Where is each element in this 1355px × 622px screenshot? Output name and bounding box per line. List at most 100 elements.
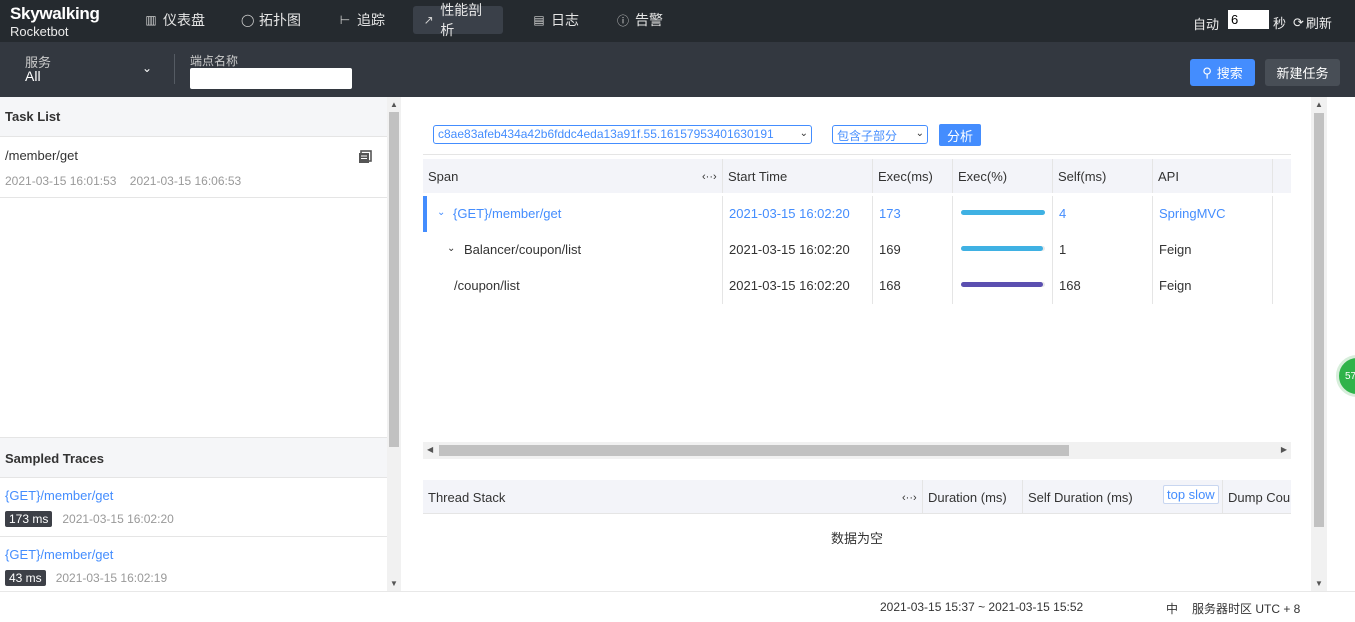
scrollbar-thumb[interactable] — [1314, 113, 1324, 527]
footer: 2021-03-15 15:37 ~ 2021-03-15 15:52 中 服务… — [0, 591, 1355, 622]
search-label: 搜索 — [1216, 66, 1243, 81]
span-table-header: Span ‹··› Start Time Exec(ms) Exec(%) Se… — [423, 159, 1291, 193]
column-divider — [1052, 159, 1053, 193]
column-divider — [922, 480, 923, 514]
column-divider — [1272, 196, 1273, 232]
nav-trace[interactable]: ⊢ 追踪 — [329, 6, 395, 34]
span-row[interactable]: /coupon/list 2021-03-15 16:02:20 168 168… — [423, 268, 1291, 304]
divider — [174, 54, 175, 84]
span-name: {GET}/member/get — [453, 206, 562, 221]
column-divider — [872, 196, 873, 232]
trace-id-select[interactable]: c8ae83afeb434a42b6fddc4eda13a91f.55.1615… — [433, 125, 812, 144]
span-self: 168 — [1059, 278, 1081, 293]
scrollbar-thumb[interactable] — [389, 112, 399, 447]
search-button[interactable]: ⚲ 搜索 — [1190, 59, 1255, 86]
chevron-down-icon[interactable]: ⌄ — [447, 243, 455, 254]
column-divider — [952, 159, 953, 193]
column-divider — [952, 196, 953, 232]
nav-label: 性能剖析 — [440, 2, 483, 38]
sampled-trace-item[interactable]: {GET}/member/get 173 ms 2021-03-15 16:02… — [0, 478, 387, 537]
nav-dashboard[interactable]: ▥ 仪表盘 — [135, 6, 215, 34]
nav-log[interactable]: ▤ 日志 — [523, 6, 589, 34]
exec-percent-bar — [961, 282, 1045, 287]
column-divider — [722, 159, 723, 193]
column-divider — [1152, 196, 1153, 232]
span-api: SpringMVC — [1159, 206, 1226, 221]
language-toggle[interactable]: 中 — [1166, 600, 1178, 617]
span-self: 4 — [1059, 206, 1067, 221]
column-divider — [872, 232, 873, 268]
task-detail-icon[interactable] — [358, 150, 372, 164]
duration-badge: 173 ms — [5, 511, 53, 527]
nav-profile[interactable]: ↗ 性能剖析 — [413, 2, 503, 38]
right-scrollbar[interactable]: ▲ ▼ — [1311, 97, 1327, 591]
task-item[interactable]: /member/get 2021-03-15 16:01:53 2021-03-… — [0, 137, 387, 198]
span-start-time: 2021-03-15 16:02:20 — [729, 206, 850, 221]
top-slow-button[interactable]: top slow — [1163, 485, 1219, 504]
exec-percent-fill — [961, 282, 1043, 287]
column-divider — [1272, 268, 1273, 304]
nav-label: 追踪 — [357, 12, 385, 28]
duration-badge: 43 ms — [5, 570, 46, 586]
scroll-down-icon[interactable]: ▼ — [390, 579, 398, 588]
scroll-up-icon[interactable]: ▲ — [1315, 100, 1323, 109]
trace-time: 2021-03-15 16:02:20 — [62, 512, 174, 526]
span-exec: 168 — [879, 278, 901, 293]
refresh-icon: ⟳ — [1293, 14, 1304, 30]
auto-refresh-label: 自动 — [1193, 17, 1220, 32]
dashboard-icon: ▥ — [145, 13, 157, 27]
horizontal-scrollbar[interactable]: ◀ ▶ — [423, 442, 1291, 459]
trace-id-value: c8ae83afeb434a42b6fddc4eda13a91f.55.1615… — [438, 127, 774, 141]
col-self: Self(ms) — [1058, 169, 1107, 184]
refresh-label: 刷新 — [1305, 16, 1332, 31]
new-task-button[interactable]: 新建任务 — [1265, 59, 1340, 86]
sampled-traces-title: Sampled Traces — [0, 437, 387, 478]
status-badge[interactable]: 57 — [1336, 355, 1355, 397]
time-range[interactable]: 2021-03-15 15:37 ~ 2021-03-15 15:52 — [880, 600, 1083, 614]
logo[interactable]: Skywalking Rocketbot — [10, 5, 100, 38]
scroll-up-icon[interactable]: ▲ — [390, 100, 398, 109]
mode-select[interactable]: 包含子部分 ⌄ — [832, 125, 928, 144]
span-name: /coupon/list — [454, 278, 520, 293]
column-resize-icon[interactable]: ‹··› — [702, 171, 717, 183]
scroll-down-icon[interactable]: ▼ — [1315, 579, 1323, 588]
service-value: All — [25, 68, 41, 84]
auto-refresh-interval-input[interactable] — [1228, 10, 1269, 29]
sampled-trace-item[interactable]: {GET}/member/get 43 ms 2021-03-15 16:02:… — [0, 537, 387, 591]
exec-percent-bar — [961, 246, 1045, 251]
thread-stack-header: Thread Stack ‹··› Duration (ms) Self Dur… — [423, 480, 1291, 514]
scroll-right-icon[interactable]: ▶ — [1281, 445, 1287, 454]
column-divider — [1152, 232, 1153, 268]
task-name: /member/get — [5, 148, 78, 163]
endpoint-input[interactable] — [190, 68, 352, 89]
trace-name: {GET}/member/get — [5, 547, 114, 562]
scrollbar-thumb[interactable] — [439, 445, 1069, 456]
scroll-left-icon[interactable]: ◀ — [427, 445, 433, 454]
logo-title: Skywalking — [10, 4, 100, 23]
right-panel: c8ae83afeb434a42b6fddc4eda13a91f.55.1615… — [401, 97, 1311, 591]
span-row[interactable]: ⌄ Balancer/coupon/list 2021-03-15 16:02:… — [423, 232, 1291, 268]
analyze-button[interactable]: 分析 — [939, 124, 981, 146]
span-exec: 169 — [879, 242, 901, 257]
chevron-down-icon[interactable]: ⌄ — [142, 61, 152, 75]
refresh-button[interactable]: ⟳ 刷新 — [1293, 13, 1332, 32]
filter-bar: 服务 All ⌄ 端点名称 ⚲ 搜索 新建任务 — [0, 42, 1355, 97]
column-resize-icon[interactable]: ‹··› — [902, 492, 917, 504]
column-divider — [1152, 268, 1153, 304]
column-divider — [952, 232, 953, 268]
auto-refresh-unit: 秒 — [1273, 16, 1287, 31]
nav-alarm[interactable]: ⓘ 告警 — [607, 6, 673, 34]
chevron-down-icon: ⌄ — [799, 128, 808, 139]
mode-value: 包含子部分 — [837, 129, 898, 143]
chevron-down-icon[interactable]: ⌄ — [437, 207, 445, 218]
exec-percent-bar — [961, 210, 1045, 215]
column-divider — [1272, 159, 1273, 193]
nav-label: 日志 — [551, 12, 579, 28]
column-divider — [722, 232, 723, 268]
col-thread-stack: Thread Stack — [428, 490, 506, 505]
span-row[interactable]: ⌄ {GET}/member/get 2021-03-15 16:02:20 1… — [423, 196, 1291, 232]
left-scrollbar[interactable]: ▲ ▼ — [387, 97, 401, 591]
nav-topology[interactable]: ◯ 拓扑图 — [231, 6, 311, 34]
column-divider — [1022, 480, 1023, 514]
col-api: API — [1158, 169, 1179, 184]
